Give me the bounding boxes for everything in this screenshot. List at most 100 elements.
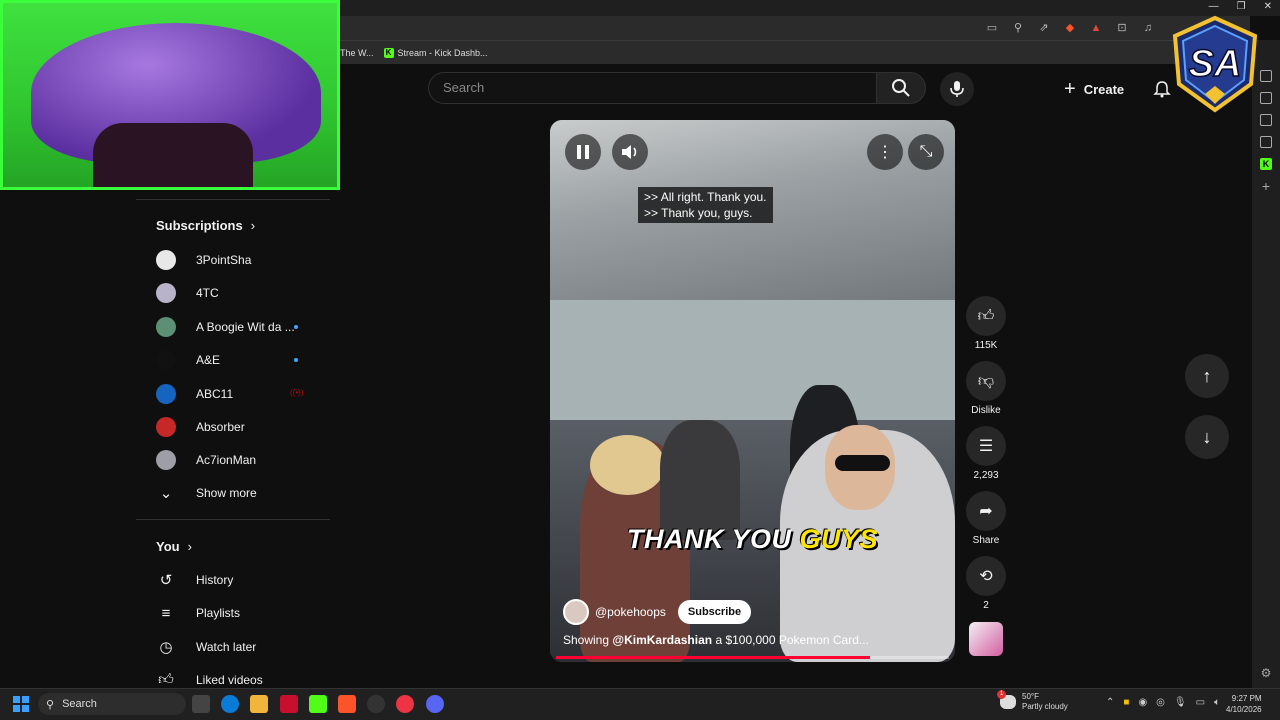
create-button[interactable]: + Create — [1064, 76, 1124, 102]
subscription-channel[interactable]: ABC11 ((•)) — [156, 380, 326, 408]
kick-app-icon[interactable] — [309, 695, 327, 713]
channel-name: Absorber — [196, 420, 245, 434]
like-button[interactable]: 👍︎ 115K — [965, 296, 1007, 351]
subscription-channel[interactable]: A Boogie Wit da ... — [156, 313, 326, 341]
taskbar-clock[interactable]: 9:27 PM 4/10/2026 — [1226, 693, 1262, 715]
subscription-channel[interactable]: A&E — [156, 346, 326, 374]
comments-button[interactable]: ☰ 2,293 — [965, 426, 1007, 481]
network-icon[interactable]: ▭ — [1196, 697, 1205, 708]
add-sidebar-icon[interactable]: + — [1262, 179, 1270, 193]
more-vert-icon: ⋮ — [877, 144, 893, 161]
previous-short-button[interactable]: ↑ — [1185, 354, 1229, 398]
subscription-channel[interactable]: Ac7ionMan — [156, 446, 326, 474]
video-overlay-text: THANK YOU GUYS — [626, 524, 879, 554]
zoom-icon[interactable]: ⚲ — [1011, 21, 1025, 35]
channel-avatar — [156, 450, 176, 471]
share-page-icon[interactable]: ⇗ — [1037, 21, 1051, 35]
system-tray: ⌃ ■ ◉ ◎ 🎙︎ ▭ 🔈︎ — [1106, 697, 1220, 708]
pause-icon — [577, 145, 589, 159]
app-icon[interactable] — [367, 695, 385, 713]
divider — [136, 519, 330, 520]
channel-avatar — [156, 283, 176, 304]
subscribe-button[interactable]: Subscribe — [677, 600, 752, 624]
taskbar-search[interactable]: ⚲ Search — [38, 693, 186, 715]
subscriptions-header[interactable]: Subscriptions › — [156, 218, 255, 233]
weather-widget[interactable]: 1 50°F Partly cloudy — [997, 690, 1068, 712]
video-description[interactable]: Showing @KimKardashian a $100,000 Pokemo… — [563, 633, 869, 647]
you-header[interactable]: You › — [156, 539, 192, 554]
person-figure — [590, 435, 665, 495]
arrow-up-icon: ↑ — [1202, 365, 1212, 386]
search-input[interactable]: Search — [428, 72, 876, 104]
reading-list-icon[interactable] — [1260, 136, 1272, 148]
chevron-up-icon[interactable]: ⌃ — [1106, 697, 1114, 708]
tray-app-icon[interactable]: ■ — [1123, 697, 1129, 708]
subscription-channel[interactable]: Absorber — [156, 413, 326, 441]
volume-button[interactable] — [612, 134, 648, 170]
watch-later-icon: ◷ — [159, 639, 173, 656]
next-short-button[interactable]: ↓ — [1185, 415, 1229, 459]
channel-name: Ac7ionMan — [196, 453, 257, 468]
discord-icon[interactable] — [426, 695, 444, 713]
video-progress-bar[interactable] — [556, 656, 949, 659]
fullscreen-button[interactable]: ⤡ — [908, 134, 944, 170]
subscription-channel[interactable]: 4TC — [156, 279, 326, 307]
windows-start-icon[interactable] — [13, 696, 29, 712]
kick-sidebar-icon[interactable]: K — [1260, 158, 1272, 170]
brave-shield-icon[interactable]: ◆ — [1063, 21, 1077, 35]
channel-name: A&E — [196, 353, 221, 368]
voice-search-button[interactable] — [940, 72, 974, 106]
restore-icon[interactable]: ❐ — [1237, 1, 1246, 12]
speaker-icon[interactable]: 🔈︎ — [1214, 697, 1220, 708]
sidebar-item-history[interactable]: ↺ History — [156, 566, 326, 594]
media-icon[interactable]: ♫ — [1141, 21, 1155, 35]
dislike-button[interactable]: 👎︎ Dislike — [965, 361, 1007, 416]
pause-button[interactable] — [565, 134, 601, 170]
minimize-icon[interactable]: — — [1209, 1, 1219, 12]
sidebar-item-watch-later[interactable]: ◷ Watch later — [156, 633, 326, 661]
bookmark-item-kick[interactable]: K Stream - Kick Dashb... — [383, 47, 488, 58]
remix-button[interactable]: ⟲ 2 — [965, 556, 1007, 611]
cast-icon[interactable]: ▭ — [985, 21, 999, 35]
channel-handle[interactable]: @pokehoops — [595, 605, 666, 619]
webcam-overlay — [0, 0, 340, 190]
channel-avatar — [156, 350, 176, 371]
chevron-right-icon: › — [187, 539, 192, 554]
browser-toolbar: ▭ ⚲ ⇗ ◆ ▲ ⊡ ♫ — [340, 16, 1250, 40]
file-explorer-icon[interactable] — [250, 695, 268, 713]
channel-row: @pokehoops Subscribe — [563, 599, 752, 625]
share-button[interactable]: ➦ Share — [965, 491, 1007, 546]
settings-icon[interactable]: ⚙ — [1261, 666, 1272, 680]
more-options-button[interactable]: ⋮ — [867, 134, 903, 170]
history-icon: ↺ — [159, 572, 173, 589]
channel-avatar — [156, 250, 176, 270]
channel-name: ABC11 — [196, 386, 234, 401]
kick-icon: K — [383, 47, 394, 58]
closed-captions: >> All right. Thank you. >> Thank you, g… — [638, 187, 773, 223]
app-icon[interactable] — [396, 695, 414, 713]
audio-source-thumbnail[interactable] — [969, 622, 1003, 656]
show-more-button[interactable]: ⌄ Show more — [156, 479, 326, 507]
screenshot-icon[interactable]: ⊡ — [1115, 21, 1129, 35]
edge-icon[interactable] — [221, 695, 239, 713]
acrobat-icon[interactable] — [280, 695, 298, 713]
channel-name: A Boogie Wit da ... — [196, 319, 295, 334]
brave-icon[interactable] — [338, 695, 356, 713]
channel-avatar — [156, 417, 176, 437]
tray-app-icon[interactable]: ◎ — [1156, 697, 1165, 708]
video-scene-wall — [550, 300, 955, 440]
tray-app-icon[interactable]: ◉ — [1138, 697, 1147, 708]
streamer-face — [93, 123, 253, 187]
bookmarks-icon[interactable] — [1260, 114, 1272, 126]
bookmarks-bar: The W... K Stream - Kick Dashb... — [340, 40, 1250, 64]
search-button[interactable] — [876, 72, 926, 104]
close-icon[interactable]: ✕ — [1264, 1, 1272, 12]
bookmark-item[interactable]: The W... — [340, 48, 374, 58]
task-view-icon[interactable] — [192, 695, 210, 713]
subscription-channel[interactable]: 3PointSha — [156, 246, 326, 274]
volume-icon — [622, 145, 637, 159]
brave-rewards-icon[interactable]: ▲ — [1089, 21, 1103, 35]
sidebar-item-playlists[interactable]: ≡ Playlists — [156, 599, 326, 627]
channel-avatar[interactable] — [563, 599, 589, 625]
microphone-icon[interactable]: 🎙︎ — [1174, 697, 1187, 708]
